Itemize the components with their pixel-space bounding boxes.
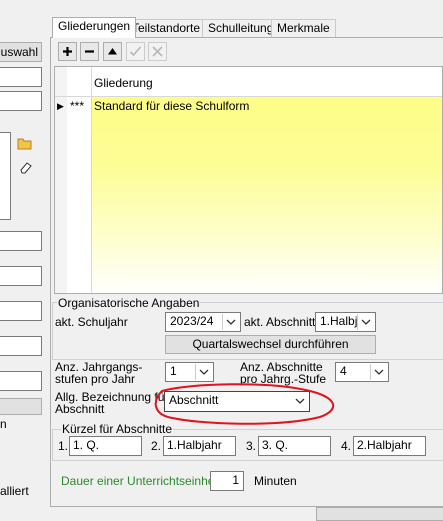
row-indicator-icon: ▶ xyxy=(57,101,64,111)
left-field-1[interactable] xyxy=(0,67,42,87)
triangle-up-icon xyxy=(108,48,117,55)
abschnitt-label: akt. Abschnitt xyxy=(244,315,316,329)
eraser-icon[interactable] xyxy=(18,160,32,177)
quartalswechsel-button[interactable]: Quartalswechsel durchführen xyxy=(165,335,376,354)
abschnitte-value: 4 xyxy=(340,364,347,378)
schuljahr-value: 2023/24 xyxy=(170,314,214,328)
left-field-5[interactable] xyxy=(0,301,42,321)
left-field-3[interactable] xyxy=(0,231,42,251)
gliederung-grid[interactable]: Gliederung ▶ *** Standard für diese Schu… xyxy=(54,66,443,294)
left-field-7[interactable] xyxy=(0,371,42,391)
bottom-right-button[interactable] xyxy=(316,507,443,521)
kuerzel-field-4[interactable]: 2.Halbjahr xyxy=(353,436,426,456)
kuerzel-field-1[interactable]: 1. Q. xyxy=(69,436,142,456)
kuerzel-num-3: 3. xyxy=(246,439,257,453)
grid-header-gliederung: Gliederung xyxy=(94,76,153,90)
dauer-unit: Minuten xyxy=(254,474,297,488)
tab-gliederungen[interactable]: Gliederungen xyxy=(52,17,137,38)
kuerzel-num-2: 2. xyxy=(151,439,162,453)
schuljahr-select[interactable]: 2023/24 xyxy=(165,312,241,332)
chevron-down-icon[interactable] xyxy=(357,314,374,330)
tab-schulleitung[interactable]: Schulleitung xyxy=(202,19,280,37)
kuerzel-group-title: Kürzel für Abschnitte xyxy=(61,422,174,436)
kuerzel-num-4: 4. xyxy=(341,439,352,453)
left-label-alliert: alliert xyxy=(0,484,29,498)
kuerzel-num-1: 1. xyxy=(58,439,69,453)
dauer-label: Dauer einer Unterrichtseinheit xyxy=(61,474,221,488)
check-icon xyxy=(129,46,142,57)
confirm-button[interactable] xyxy=(126,42,145,61)
chevron-down-icon[interactable] xyxy=(195,364,212,380)
remove-button[interactable] xyxy=(80,42,99,61)
left-button[interactable] xyxy=(0,398,42,415)
chevron-down-icon[interactable] xyxy=(370,364,387,380)
plus-icon xyxy=(63,47,72,56)
tab-teilstandorte[interactable]: Teilstandorte xyxy=(126,19,207,37)
chevron-down-icon[interactable] xyxy=(222,314,239,330)
left-memo[interactable] xyxy=(0,132,11,220)
grid-row-highlight[interactable] xyxy=(92,97,442,293)
annotation-circle xyxy=(154,383,335,425)
move-up-button[interactable] xyxy=(103,42,122,61)
jahrgangs-select[interactable]: 1 xyxy=(165,362,214,382)
dauer-field[interactable]: 1 xyxy=(210,471,244,491)
tab-merkmale[interactable]: Merkmale xyxy=(271,19,336,37)
add-button[interactable] xyxy=(58,42,77,61)
table-row-gliederung[interactable]: Standard für diese Schulform xyxy=(94,100,249,113)
minus-icon xyxy=(85,50,94,53)
schuljahr-label: akt. Schuljahr xyxy=(55,315,128,329)
jahrgangs-label-line2: stufen pro Jahr xyxy=(55,372,136,386)
left-field-6[interactable] xyxy=(0,336,42,356)
kuerzel-field-3[interactable]: 3. Q. xyxy=(258,436,331,456)
left-field-2[interactable] xyxy=(0,91,42,111)
org-group-title: Organisatorische Angaben xyxy=(57,296,201,310)
folder-icon[interactable] xyxy=(17,137,33,153)
bezeichnung-label-line2: Abschnitt xyxy=(55,402,105,416)
left-label-n: n xyxy=(0,417,7,431)
abschnitt-select[interactable]: 1.Halbja xyxy=(315,312,376,332)
abschnitte-select[interactable]: 4 xyxy=(335,362,389,382)
left-panel: uswahl n alliert xyxy=(0,0,46,514)
left-field-4[interactable] xyxy=(0,266,42,286)
auswahl-button[interactable]: uswahl xyxy=(0,42,42,62)
cancel-button[interactable] xyxy=(148,42,167,61)
cancel-icon xyxy=(152,46,163,57)
jahrgangs-value: 1 xyxy=(170,364,177,378)
kuerzel-field-2[interactable]: 1.Halbjahr xyxy=(163,436,236,456)
row-marker: *** xyxy=(70,99,85,113)
